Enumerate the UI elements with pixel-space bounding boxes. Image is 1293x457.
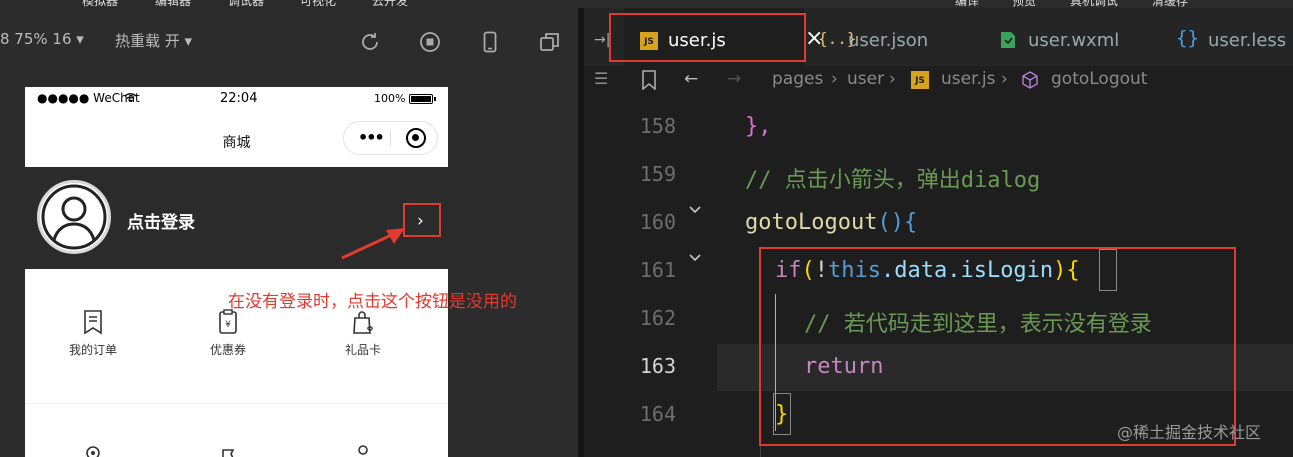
- breadcrumb-file[interactable]: user.js: [941, 69, 996, 89]
- breadcrumb-pages[interactable]: pages: [772, 69, 823, 89]
- line-number: 159: [639, 162, 676, 186]
- battery-percent: 100%: [374, 92, 406, 105]
- fold-chevron-icon[interactable]: [688, 253, 702, 263]
- wifi-icon: [124, 93, 137, 102]
- menu-real-debug[interactable]: 真机调试: [1070, 0, 1118, 8]
- coupon-icon: ¥: [219, 309, 237, 334]
- line-number: 162: [639, 306, 676, 330]
- menu-clear-cache[interactable]: 清缓存: [1152, 0, 1188, 8]
- grid-item-giftcard[interactable]: 礼品卡: [308, 309, 418, 358]
- breadcrumb-user[interactable]: user: [847, 69, 884, 89]
- breadcrumb: ☰ ← → pages › user › JS user.js › gotoLo…: [584, 66, 1293, 96]
- grid-item-coupons[interactable]: ¥ 优惠券: [173, 309, 283, 358]
- zoom-select[interactable]: 8 75% 16 ▾: [0, 30, 84, 48]
- menu-preview[interactable]: 预览: [1012, 0, 1036, 8]
- tab-label: user.wxml: [1028, 30, 1120, 51]
- grid-item-orders[interactable]: 我的订单: [38, 309, 148, 358]
- menu-simulator[interactable]: 模拟器: [82, 0, 118, 8]
- menu-cloud[interactable]: 云开发: [372, 0, 408, 8]
- tab-user-js[interactable]: JS user.js ×: [624, 8, 823, 66]
- more-dots-icon[interactable]: •••: [358, 128, 385, 147]
- menu-debugger[interactable]: 调试器: [228, 0, 264, 8]
- grid-label: 礼品卡: [344, 343, 381, 357]
- chevron-right-icon: ›: [1001, 69, 1008, 89]
- annotation-arrow-icon: [341, 228, 405, 260]
- close-target-icon[interactable]: [406, 128, 426, 148]
- capsule-separator: [390, 130, 391, 146]
- svg-text:¥: ¥: [225, 320, 231, 330]
- flag-icon: [222, 449, 235, 457]
- location-icon: [86, 446, 100, 457]
- code-line-158[interactable]: },: [745, 114, 772, 139]
- simulator-toolbar: 8 75% 16 ▾ 热重载 开 ▾: [0, 8, 580, 68]
- tab-user-less[interactable]: {} user.less: [1162, 8, 1293, 66]
- phone-device-icon[interactable]: [478, 30, 502, 54]
- code-line-162[interactable]: // 若代码走到这里，表示没有登录: [804, 306, 1152, 338]
- watermark: @稀土掘金技术社区: [1117, 423, 1262, 442]
- bracket-match-box: [773, 393, 791, 435]
- grid-label: 优惠券: [209, 343, 246, 357]
- line-number: 158: [639, 114, 676, 138]
- back-arrow-icon[interactable]: ←: [684, 69, 698, 89]
- tab-user-wxml[interactable]: user.wxml: [984, 8, 1160, 66]
- tab-user-json[interactable]: {..} user.json: [806, 8, 982, 66]
- receipt-icon: [84, 310, 102, 335]
- method-cube-icon: [1022, 71, 1038, 89]
- tab-label: user.js: [668, 30, 726, 51]
- top-menu-bar: 模拟器 编辑器 调试器 可视化 云开发 编译 预览 真机调试 清缓存: [0, 0, 1293, 8]
- mini-program-capsule[interactable]: •••: [343, 121, 438, 155]
- grid-label: 我的订单: [68, 343, 117, 357]
- tab-label: user.less: [1208, 30, 1287, 51]
- person-icon: [358, 445, 368, 455]
- annotation-note: 在没有登录时，点击这个按钮是没用的: [228, 292, 517, 312]
- bookmark-icon[interactable]: [641, 70, 657, 90]
- login-prompt[interactable]: 点击登录: [127, 208, 195, 233]
- avatar: [37, 180, 111, 254]
- hot-reload-toggle[interactable]: 热重载 开 ▾: [115, 30, 192, 51]
- phone-simulator-screen: ●●●●● WeChat 22:04 100% 商城 ••• 点击登录 › 我的…: [25, 87, 448, 457]
- line-number: 161: [639, 258, 676, 282]
- refresh-icon[interactable]: [358, 30, 382, 54]
- battery-icon: [409, 94, 433, 104]
- collapse-sidebar-icon[interactable]: →|: [594, 32, 610, 48]
- line-number-current: 163: [639, 354, 676, 378]
- breadcrumb-method[interactable]: gotoLogout: [1051, 69, 1147, 89]
- js-icon: JS: [640, 32, 658, 50]
- battery-tip: [434, 97, 436, 101]
- user-avatar-icon: [41, 184, 107, 250]
- status-bar: ●●●●● WeChat 22:04 100%: [25, 87, 448, 109]
- fold-chevron-icon[interactable]: [688, 205, 702, 215]
- gift-bag-icon: [353, 311, 373, 334]
- line-number: 164: [639, 402, 676, 426]
- wxml-icon: [1001, 32, 1015, 48]
- forward-arrow-icon[interactable]: →: [727, 69, 741, 89]
- code-line-161[interactable]: if(!this.data.isLogin){: [775, 258, 1080, 283]
- editor-tab-bar: →| JS user.js × {..} user.json user.wxml…: [584, 8, 1293, 66]
- code-line-159[interactable]: // 点击小箭头，弹出dialog: [745, 162, 1040, 194]
- grid-divider: [25, 403, 448, 404]
- code-line-163[interactable]: return: [804, 354, 883, 379]
- tab-label: user.json: [848, 30, 929, 51]
- chevron-right-icon: ›: [889, 69, 896, 89]
- less-icon: {}: [1176, 27, 1199, 49]
- status-time: 22:04: [220, 91, 258, 106]
- indent-guide: [760, 246, 761, 457]
- menu-compile[interactable]: 编译: [955, 0, 979, 8]
- stop-icon[interactable]: [418, 30, 442, 54]
- line-number: 160: [639, 210, 676, 234]
- list-icon[interactable]: ☰: [594, 69, 608, 88]
- bracket-match-box: [1099, 249, 1117, 291]
- js-icon: JS: [911, 71, 929, 89]
- code-line-160[interactable]: gotoLogout(){: [745, 210, 917, 235]
- chevron-right-icon: ›: [831, 69, 838, 89]
- menu-editor[interactable]: 编辑器: [155, 0, 191, 8]
- menu-visual[interactable]: 可视化: [300, 0, 336, 8]
- window-detach-icon[interactable]: [538, 30, 562, 54]
